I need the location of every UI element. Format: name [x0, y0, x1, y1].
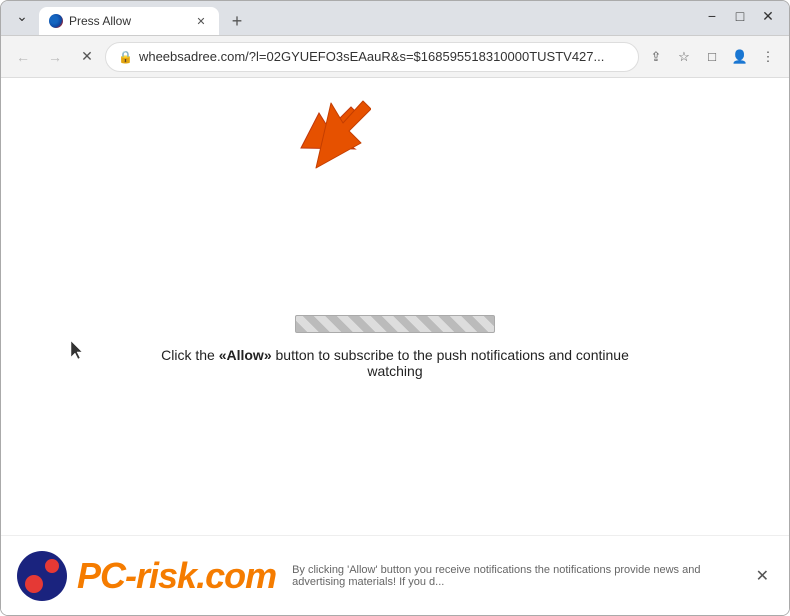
addressbar: ← → ✕ 🔒 wheebsadree.com/?l=02GYUEFO3sEAa…	[1, 36, 789, 78]
tab-favicon-icon	[49, 14, 63, 28]
lock-icon: 🔒	[118, 50, 133, 64]
active-tab[interactable]: Press Allow ✕	[39, 7, 219, 35]
progress-bar	[295, 315, 495, 333]
profile-icon[interactable]: 👤	[727, 44, 753, 70]
close-button[interactable]: ✕	[755, 3, 781, 29]
reload-button[interactable]: ✕	[73, 43, 101, 71]
arrow-container	[291, 93, 371, 178]
forward-button[interactable]: →	[41, 43, 69, 71]
tab-manage: ⌄	[9, 3, 35, 33]
logo-risk: risk	[136, 555, 196, 596]
url-text: wheebsadree.com/?l=02GYUEFO3sEAauR&s=$16…	[139, 49, 626, 64]
watermark-close-button[interactable]: ✕	[752, 562, 773, 590]
tab-area: Press Allow ✕ +	[39, 1, 699, 35]
arrow-graphic	[291, 93, 371, 173]
extension-icon[interactable]: □	[699, 44, 725, 70]
new-tab-button[interactable]: +	[223, 7, 251, 35]
window-controls: − □ ✕	[699, 3, 781, 33]
address-actions: ⇪ ☆ □ 👤 ⋮	[643, 44, 781, 70]
logo-tld: .com	[196, 555, 276, 596]
share-icon[interactable]: ⇪	[643, 44, 669, 70]
watermark-description: By clicking 'Allow' button you receive n…	[292, 564, 736, 588]
cursor-icon	[71, 341, 85, 359]
page-content: Click the «Allow» button to subscribe to…	[1, 78, 789, 615]
logo-icon	[17, 551, 67, 601]
menu-icon[interactable]: ⋮	[755, 44, 781, 70]
mouse-cursor	[71, 341, 85, 359]
watermark-banner: PC-risk.com By clicking 'Allow' button y…	[1, 535, 789, 615]
browser-window: ⌄ Press Allow ✕ + − □ ✕ ← → ✕ 🔒 wheebsad…	[0, 0, 790, 616]
page-instruction-text: Click the «Allow» button to subscribe to…	[145, 347, 645, 379]
bookmark-icon[interactable]: ☆	[671, 44, 697, 70]
logo-text: PC-risk.com	[77, 558, 276, 594]
titlebar: ⌄ Press Allow ✕ + − □ ✕	[1, 1, 789, 36]
tab-close-button[interactable]: ✕	[193, 13, 209, 29]
address-bar-box[interactable]: 🔒 wheebsadree.com/?l=02GYUEFO3sEAauR&s=$…	[105, 42, 639, 72]
logo-pc: PC-	[77, 555, 136, 596]
chevron-down-icon[interactable]: ⌄	[9, 3, 35, 29]
watermark-logo: PC-risk.com	[17, 551, 276, 601]
back-button[interactable]: ←	[9, 43, 37, 71]
center-content: Click the «Allow» button to subscribe to…	[145, 315, 645, 379]
minimize-button[interactable]: −	[699, 3, 725, 29]
tab-title: Press Allow	[69, 14, 187, 28]
restore-button[interactable]: □	[727, 3, 753, 29]
